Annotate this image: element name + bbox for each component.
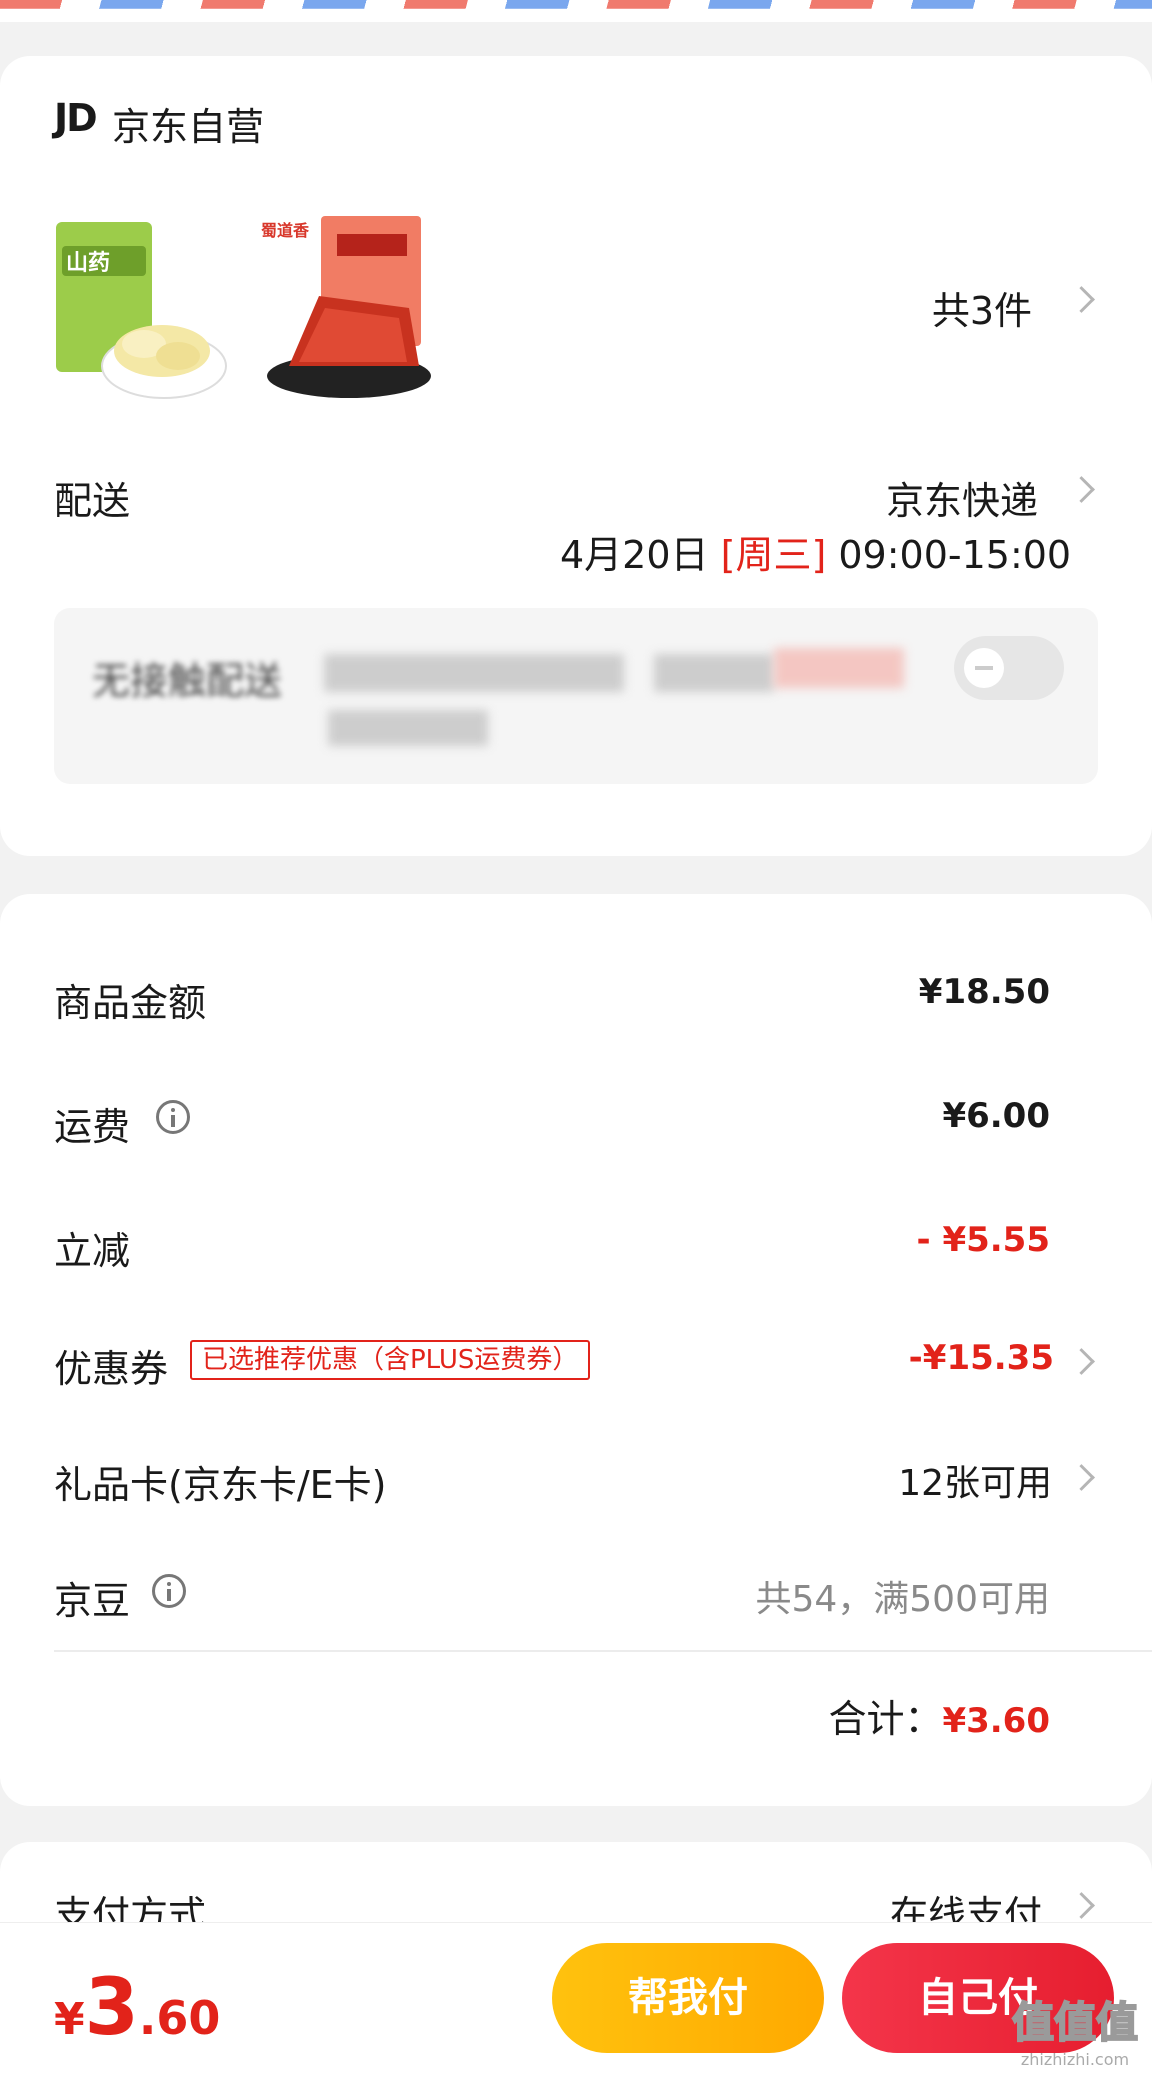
blurred-address-2 [654,654,774,692]
bottom-amount-dec: .60 [138,1991,221,2045]
cost-card: 商品金额 ¥18.50 运费 ¥6.00 立减 - ¥5.55 优惠券 已选推荐… [0,894,1152,1806]
coupon-value[interactable]: -¥15.35 [760,1338,1054,1378]
jd-logo: JD [54,96,98,140]
contactless-delivery-box: 无接触配送 [54,608,1098,784]
blurred-address-1 [324,654,624,692]
product-thumbnails[interactable]: 山药 蜀道香 [54,216,454,436]
watermark-text: 值值值 [1011,1997,1139,2048]
shipping-info-icon[interactable] [156,1100,190,1134]
delivery-date: 4月20日 [560,533,709,577]
goods-amount-label: 商品金额 [54,981,207,1025]
blurred-address-3 [328,710,488,746]
giftcard-chevron-icon[interactable] [1074,1462,1090,1492]
contactless-toggle[interactable] [954,636,1064,700]
total-label: 合计： [828,1697,943,1741]
svg-text:山药: 山药 [66,251,110,276]
svg-text:蜀道香: 蜀道香 [261,221,310,240]
delivery-schedule[interactable]: 4月20日 [周三] 09:00-15:00 [560,524,1071,579]
delivery-weekday: [周三] [720,533,827,577]
delivery-time: 09:00-15:00 [838,533,1072,577]
bottom-total-amount: ¥3.60 [54,1963,220,2053]
watermark-sub: zhizhizhi.com [1020,2050,1130,2069]
watermark: 值值值 zhizhizhi.com [1000,1989,1150,2069]
giftcard-label[interactable]: 礼品卡(京东卡/E卡) [54,1454,386,1509]
item-count[interactable]: 共3件 [860,280,1032,335]
instant-discount-value: - ¥5.55 [916,1220,1051,1260]
shipping-value: ¥6.00 [942,1096,1050,1136]
delivery-label: 配送 [54,479,131,523]
delivery-chevron-icon[interactable] [1074,474,1090,504]
item-count-chevron-icon[interactable] [1074,284,1090,314]
shipping-label: 运费 [54,1105,131,1149]
blurred-address-highlight [774,648,904,688]
cost-divider [54,1650,1152,1652]
payment-chevron-icon[interactable] [1074,1890,1090,1920]
delivery-method[interactable]: 京东快递 [760,470,1038,525]
help-pay-button[interactable]: 帮我付 [552,1943,824,2053]
coupon-chevron-icon[interactable] [1074,1346,1090,1376]
jd-beans-info-icon[interactable] [152,1574,186,1608]
toggle-knob-icon [964,648,1004,688]
spicy-meat-jerky-product-image: 蜀道香 [261,216,431,398]
total-row: 合计：¥3.60 [600,1688,1050,1743]
bottom-currency: ¥ [54,1994,85,2045]
jd-beans-label: 京豆 [54,1579,131,1623]
store-card: JD 京东自营 山药 蜀道香 共3件 配送 京东快递 4月20日 [周三] 09… [0,56,1152,856]
goods-amount-value: ¥18.50 [918,972,1050,1012]
contactless-label: 无接触配送 [92,659,283,703]
bottom-bar: ¥3.60 帮我付 自己付 值值值 zhizhizhi.com [0,1922,1152,2074]
yam-chips-product-image: 山药 [56,222,227,399]
store-name: 京东自营 [112,105,265,149]
coupon-label[interactable]: 优惠券 [54,1338,168,1393]
instant-discount-label: 立减 [54,1229,131,1273]
total-value: ¥3.60 [942,1701,1050,1741]
coupon-tag[interactable]: 已选推荐优惠（含PLUS运费券） [190,1340,591,1380]
jd-beans-value: 共54，满500可用 [755,1579,1050,1620]
giftcard-value[interactable]: 12张可用 [760,1454,1052,1506]
bottom-amount-int: 3 [84,1963,139,2053]
